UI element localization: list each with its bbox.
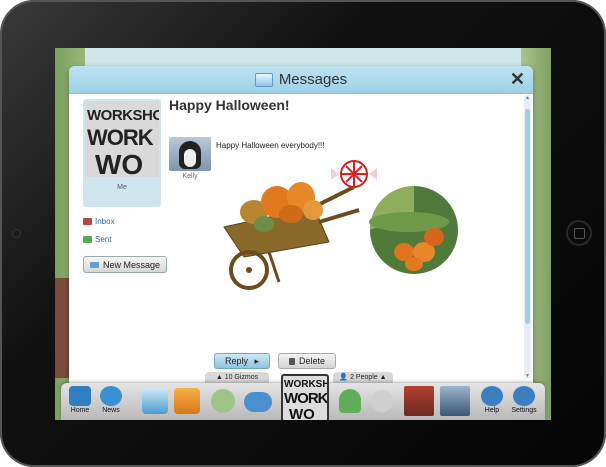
- dock-penguin-avatar[interactable]: [439, 383, 471, 420]
- people-list-icon: [371, 390, 393, 412]
- dock-label: Help: [484, 407, 500, 414]
- scrollbar[interactable]: ▲ ▼: [524, 95, 531, 379]
- compose-icon: [89, 261, 99, 268]
- trash-icon: [289, 357, 295, 365]
- app-screen: Messages ✕ WORKSHO WORK WO Me Inbox Sent…: [55, 48, 551, 420]
- delete-label: Delete: [299, 356, 326, 366]
- window-titlebar: Messages ✕: [69, 66, 533, 94]
- scroll-up-arrow[interactable]: ▲: [524, 95, 531, 101]
- home-icon: [69, 386, 91, 406]
- close-button[interactable]: ✕: [510, 69, 525, 90]
- pumpkin-patch-illustration: [369, 186, 458, 274]
- dock-settings[interactable]: Settings: [509, 383, 539, 420]
- dock-add-person[interactable]: [337, 383, 363, 420]
- gamepad-icon: [244, 392, 272, 412]
- dock-friend-avatar[interactable]: [403, 383, 435, 420]
- reply-button[interactable]: Reply ▸: [214, 353, 270, 369]
- add-friend-icon: [211, 389, 235, 413]
- thumb-text-line: WO: [95, 149, 144, 177]
- dock-label: News: [102, 407, 120, 414]
- dock-center-text: WORK: [284, 390, 328, 407]
- dock-games[interactable]: [243, 383, 273, 420]
- dock-center-text: WORKSHO: [284, 379, 329, 390]
- sidebar-item-label: Inbox: [95, 217, 115, 226]
- reply-arrow-icon: ▸: [254, 355, 259, 366]
- dock-people-list[interactable]: [369, 383, 395, 420]
- penguin-avatar-icon: [440, 386, 470, 416]
- profile-dock-button[interactable]: WORKSHO WORK WO: [281, 374, 329, 420]
- help-icon: [481, 386, 503, 406]
- dock-home[interactable]: Home: [67, 383, 93, 420]
- message-subject: Happy Halloween!: [169, 97, 290, 113]
- dock-add-friend[interactable]: [209, 383, 237, 420]
- dock-label: Home: [70, 407, 90, 414]
- dock-news[interactable]: News: [98, 383, 124, 420]
- profile-label: Me: [117, 184, 127, 191]
- add-person-icon: [339, 389, 361, 413]
- new-message-label: New Message: [102, 259, 161, 270]
- inbox-icon: [83, 218, 92, 225]
- dock-messages[interactable]: [141, 383, 169, 420]
- dock-help[interactable]: Help: [479, 383, 505, 420]
- candy-icon: [331, 160, 377, 188]
- thumb-text-line: WORKSHO: [87, 107, 159, 124]
- halloween-sticker-art: [223, 160, 458, 290]
- sender-name: Kelly: [182, 173, 198, 180]
- thumb-text-line: WORK: [87, 125, 154, 150]
- dock-camera[interactable]: [173, 383, 201, 420]
- profile-card[interactable]: WORKSHO WORK WO Me: [83, 99, 161, 207]
- sender-card[interactable]: Kelly: [169, 137, 211, 180]
- friend-avatar-icon: [404, 386, 434, 416]
- messages-window: Messages ✕ WORKSHO WORK WO Me Inbox Sent…: [69, 66, 533, 391]
- sender-avatar: [169, 137, 211, 171]
- penguin-belly: [184, 149, 196, 167]
- sent-icon: [83, 236, 92, 243]
- message-actions: Reply ▸ Delete: [214, 353, 337, 369]
- envelope-icon: [254, 72, 273, 87]
- delete-button[interactable]: Delete: [278, 353, 337, 369]
- camera-lens: [13, 230, 20, 237]
- sidebar-item-sent[interactable]: Sent: [83, 235, 161, 244]
- wheelbarrow-illustration: [223, 182, 360, 290]
- sidebar: WORKSHO WORK WO Me Inbox Sent New Messag…: [83, 99, 167, 273]
- scrollbar-thumb[interactable]: [525, 109, 530, 324]
- window-title: Messages: [278, 71, 348, 88]
- camera-icon: [174, 388, 200, 414]
- sidebar-item-label: Sent: [95, 235, 112, 244]
- message-body: Happy Halloween everybody!!!: [216, 141, 325, 150]
- dock-center-text: WO: [289, 406, 315, 420]
- home-button[interactable]: [566, 220, 592, 246]
- dock-label: Settings: [511, 407, 537, 414]
- reply-label: Reply: [225, 356, 249, 366]
- scroll-down-arrow[interactable]: ▼: [524, 373, 531, 379]
- profile-thumbnail: WORKSHO WORK WO: [85, 101, 159, 177]
- settings-icon: [513, 386, 535, 406]
- messages-icon: [142, 388, 168, 414]
- sidebar-item-inbox[interactable]: Inbox: [83, 217, 161, 226]
- message-content: Happy Halloween! Kelly Happy Halloween e…: [169, 97, 519, 377]
- news-icon: [100, 386, 122, 406]
- new-message-button[interactable]: New Message: [83, 256, 167, 273]
- ipad-frame: Messages ✕ WORKSHO WORK WO Me Inbox Sent…: [0, 0, 606, 467]
